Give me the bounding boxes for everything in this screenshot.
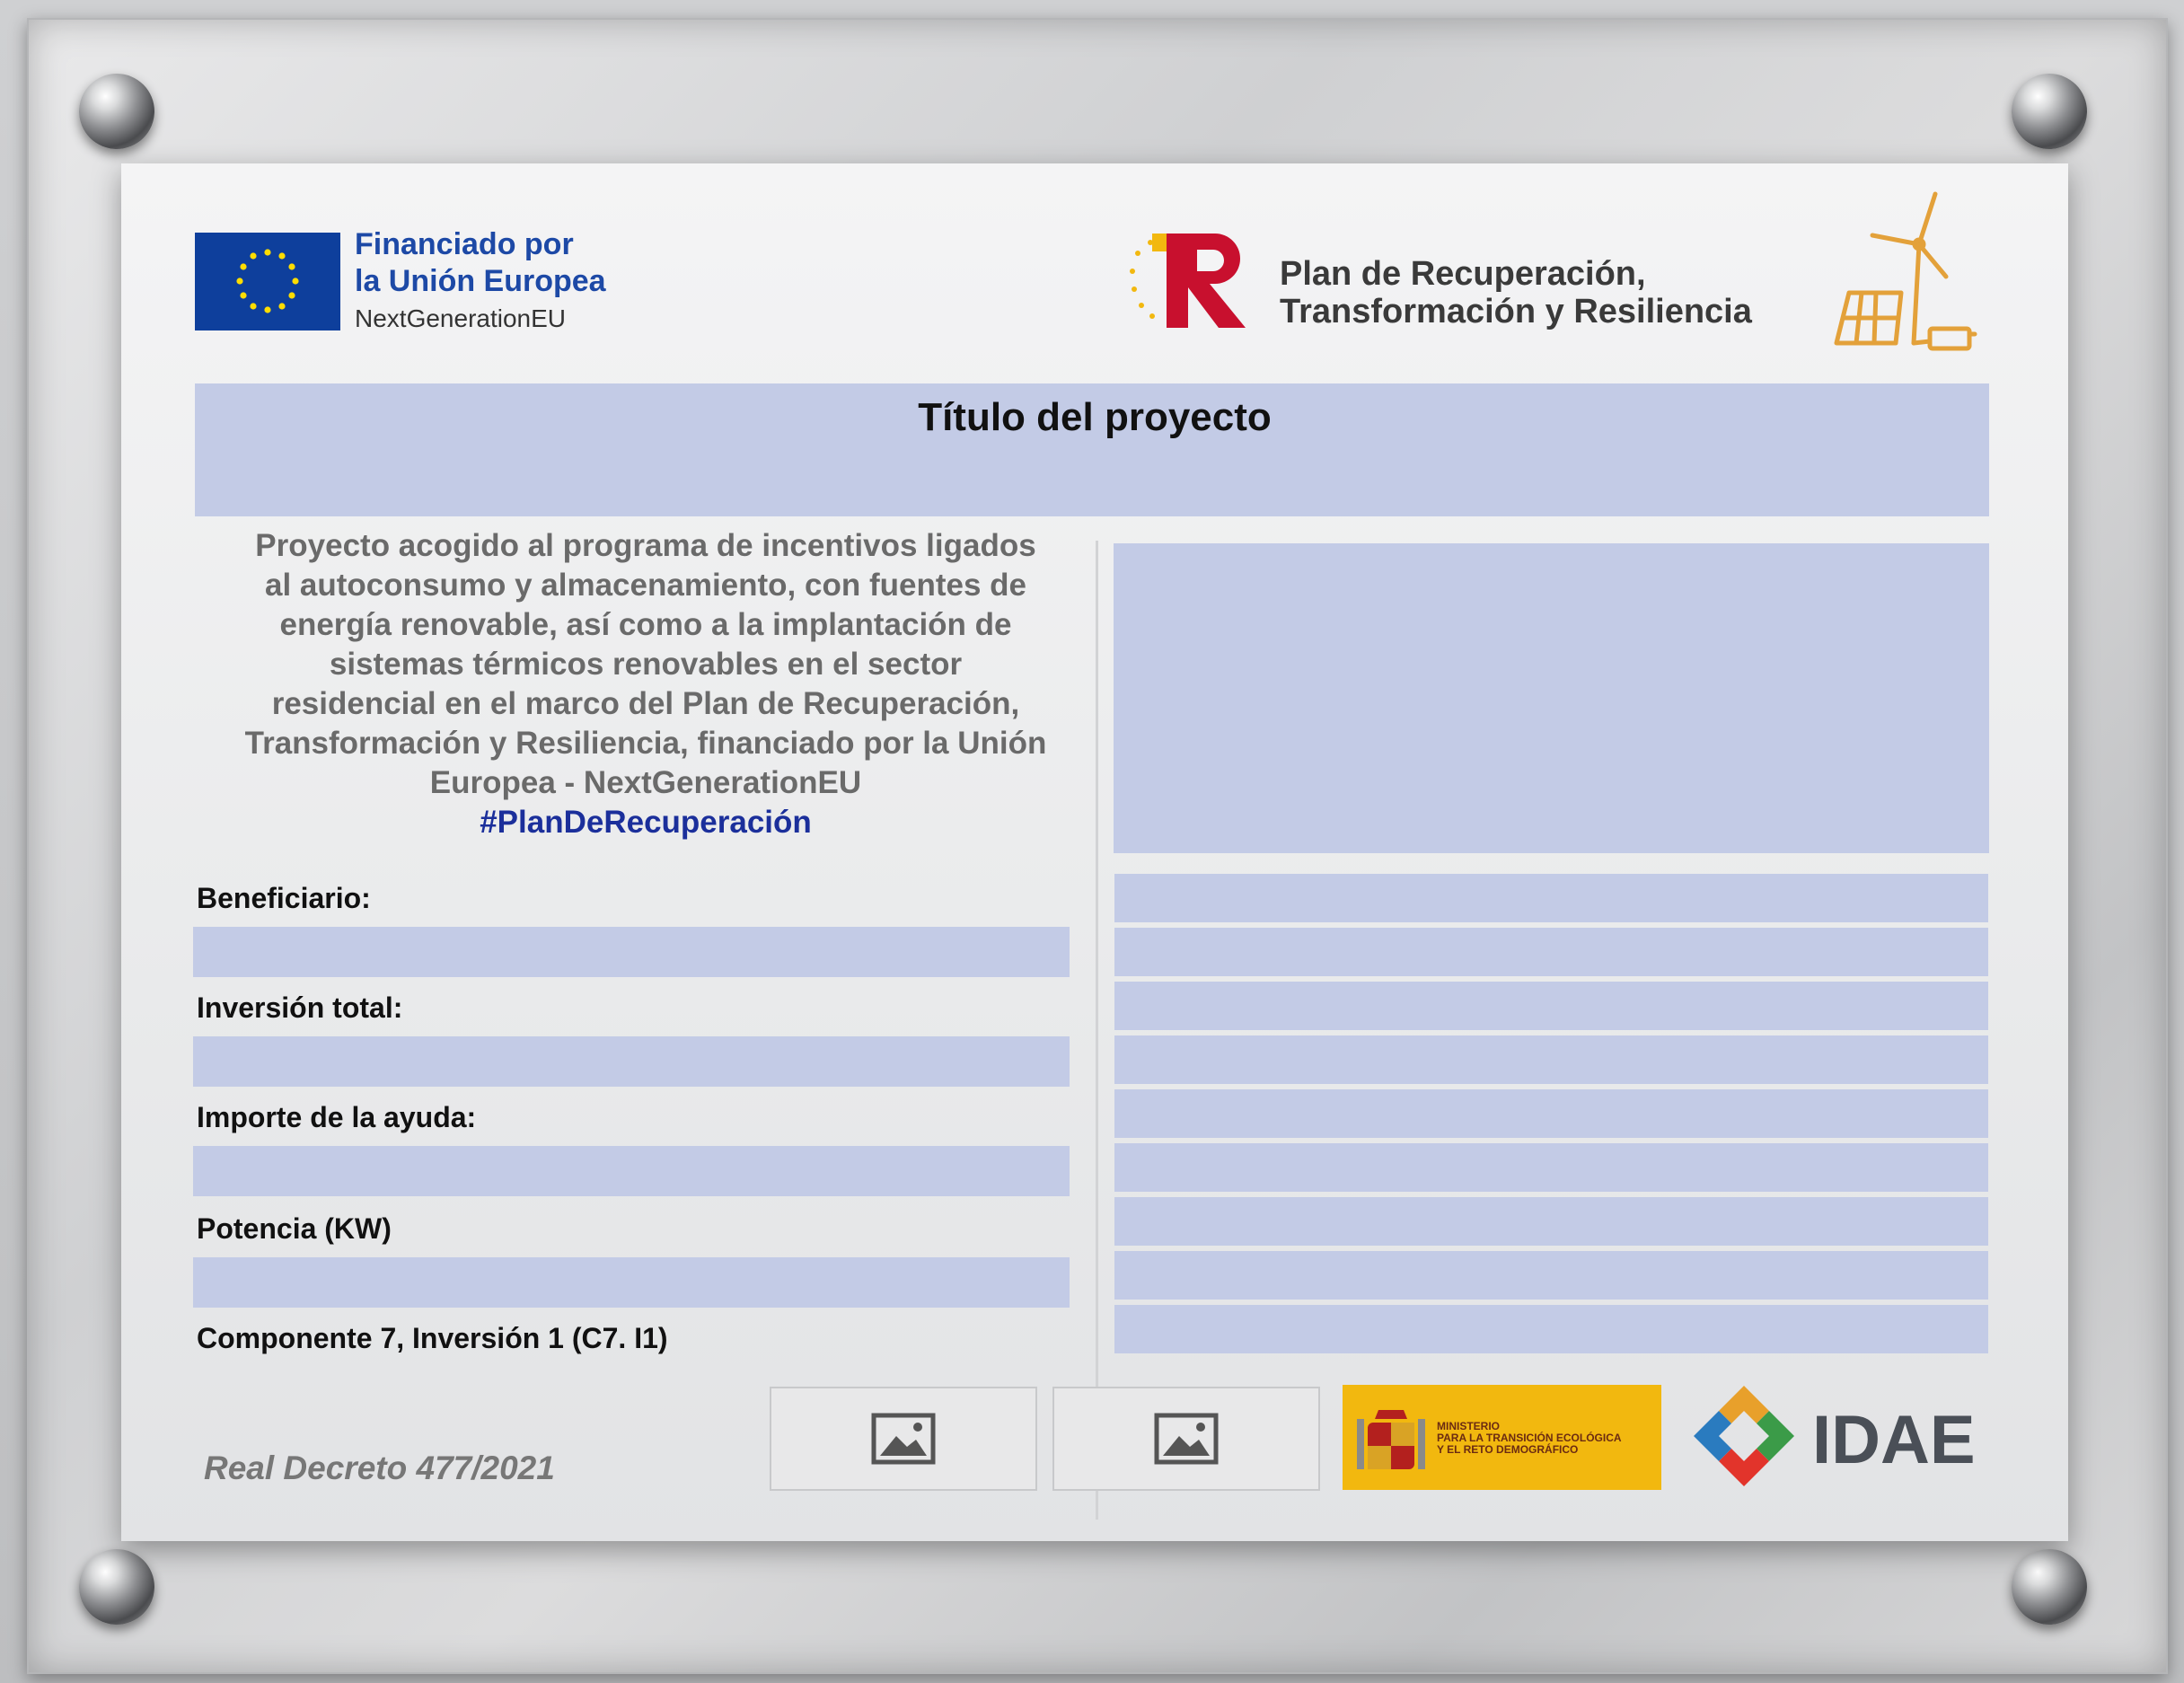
image-placeholder-icon xyxy=(1154,1413,1219,1465)
label-componente: Componente 7, Inversión 1 (C7. I1) xyxy=(197,1322,668,1354)
ministry-line-3: Y EL RETO DEMOGRÁFICO xyxy=(1437,1443,1579,1456)
eu-flag-icon xyxy=(195,233,340,330)
screw-top-left xyxy=(79,74,154,149)
right-row xyxy=(1114,874,1988,922)
field-beneficiario xyxy=(193,927,1070,977)
right-row xyxy=(1114,1035,1988,1084)
project-description: Proyecto acogido al programa de incentiv… xyxy=(197,526,1095,842)
right-row xyxy=(1114,928,1988,976)
image-placeholder-2 xyxy=(1052,1387,1320,1491)
right-row xyxy=(1114,1197,1988,1246)
screw-bottom-right xyxy=(2012,1549,2087,1625)
label-importe-ayuda: Importe de la ayuda: xyxy=(197,1101,477,1133)
column-divider xyxy=(1096,541,1098,1520)
spain-coat-of-arms-icon xyxy=(1357,1410,1425,1469)
label-beneficiario: Beneficiario: xyxy=(197,882,371,914)
field-importe-ayuda xyxy=(193,1146,1070,1196)
idae-logo: IDAE xyxy=(1688,1380,1994,1493)
right-row xyxy=(1114,1089,1988,1138)
plan-line-1: Plan de Recuperación, xyxy=(1280,255,1646,293)
description-line: residencial en el marco del Plan de Recu… xyxy=(271,686,1020,721)
sign-panel: Financiado por la Unión Europea NextGene… xyxy=(121,163,2068,1541)
eu-line-3: NextGenerationEU xyxy=(355,304,567,332)
image-placeholder-icon xyxy=(871,1413,936,1465)
eu-funding-text: Financiado por la Unión Europea NextGene… xyxy=(355,226,606,338)
screw-top-right xyxy=(2012,74,2087,149)
eu-line-1: Financiado por xyxy=(355,227,574,261)
right-row xyxy=(1114,1305,1988,1353)
hashtag: #PlanDeRecuperación xyxy=(480,805,812,840)
screw-bottom-left xyxy=(79,1549,154,1625)
tr-logo-icon xyxy=(1125,226,1260,334)
eu-line-2: la Unión Europea xyxy=(355,264,606,298)
image-placeholder-1 xyxy=(770,1387,1037,1491)
right-row xyxy=(1114,982,1988,1030)
ministry-logo: MINISTERIO PARA LA TRANSICIÓN ECOLÓGICA … xyxy=(1343,1385,1661,1490)
real-decreto-text: Real Decreto 477/2021 xyxy=(204,1449,555,1486)
plan-recuperacion-text: Plan de Recuperación, Transformación y R… xyxy=(1280,255,1752,330)
project-title: Título del proyecto xyxy=(918,395,1272,439)
right-row xyxy=(1114,1251,1988,1300)
field-inversion-total xyxy=(193,1036,1070,1087)
field-potencia xyxy=(193,1257,1070,1308)
idae-text: IDAE xyxy=(1812,1402,1976,1478)
description-line: Europea - NextGenerationEU xyxy=(429,765,862,800)
image-area xyxy=(1114,543,1989,853)
description-line: energía renovable, así como a la implant… xyxy=(279,607,1012,642)
label-potencia: Potencia (KW) xyxy=(197,1212,392,1245)
renewable-energy-icon xyxy=(1819,189,1989,359)
label-inversion-total: Inversión total: xyxy=(197,991,403,1024)
description-line: Proyecto acogido al programa de incentiv… xyxy=(255,528,1036,563)
description-line: sistemas térmicos renovables en el secto… xyxy=(329,647,963,682)
description-line: Transformación y Resiliencia, financiado… xyxy=(244,726,1047,761)
plan-line-2: Transformación y Resiliencia xyxy=(1280,293,1752,330)
description-line: al autoconsumo y almacenamiento, con fue… xyxy=(265,568,1026,603)
ministry-text: MINISTERIO PARA LA TRANSICIÓN ECOLÓGICA … xyxy=(1437,1421,1622,1456)
right-row xyxy=(1114,1143,1988,1192)
